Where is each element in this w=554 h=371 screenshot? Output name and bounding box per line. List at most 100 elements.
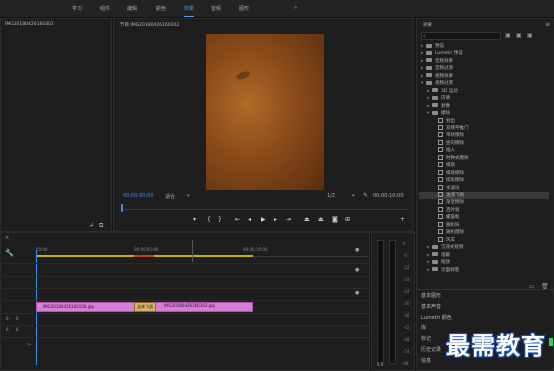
tree-folder-8[interactable]: ▸ 划像 — [419, 103, 549, 110]
panel-menu-icon[interactable]: ≡ — [545, 21, 550, 28]
tree-folder-30[interactable]: ▸ 页面剥落 — [419, 267, 549, 274]
tab-graphics[interactable]: 图形 — [239, 5, 249, 12]
fit-dropdown[interactable]: 适合 — [165, 193, 175, 200]
playhead-timecode[interactable]: 00:00:00:00 — [123, 193, 154, 199]
tree-folder-3[interactable]: ▸ 音频过渡 — [419, 65, 549, 72]
tree-folder-6[interactable]: ▸ 3D 运动 — [419, 88, 549, 95]
tree-effect-12[interactable]: 带状擦除 — [419, 132, 549, 139]
clip-img-b[interactable]: IMG20180426160302.jpg — [158, 302, 253, 312]
folder-icon — [432, 88, 438, 93]
tree-effect-10[interactable]: 划出 — [419, 117, 549, 125]
resolution-dropdown[interactable]: 1/2 — [327, 193, 335, 199]
solo-buttons[interactable]: S S — [377, 362, 397, 367]
transition-effect-icon — [438, 147, 443, 153]
bottom-panel-1[interactable]: 基本声音 — [421, 303, 441, 310]
tree-folder-4[interactable]: ▸ 视频效果 — [419, 73, 549, 80]
tree-effect-17[interactable]: 棋盘擦除 — [419, 169, 549, 177]
button-editor-icon[interactable]: ⊞ — [345, 216, 350, 223]
tree-effect-25[interactable]: 随机擦除 — [419, 229, 549, 236]
export-frame-icon[interactable]: ◙ — [332, 216, 338, 223]
tree-effect-20[interactable]: 油漆飞溅 — [419, 192, 549, 199]
tree-effect-26[interactable]: 风车 — [419, 236, 549, 244]
marker-icon[interactable]: ▾ — [193, 216, 196, 223]
tree-label: 音频过渡 — [435, 66, 453, 72]
lift-icon[interactable]: ⏏ — [304, 216, 310, 223]
folder-icon — [432, 103, 438, 108]
ruler-tick-5: 00:00:05:00 — [134, 247, 159, 252]
transition-effect-icon — [438, 192, 443, 197]
tree-label: 百叶窗 — [446, 207, 460, 213]
timeline-zoom-handle-icon[interactable]: ● — [355, 247, 359, 253]
track-sync-icon[interactable]: ⊢ — [28, 342, 32, 348]
tree-effect-13[interactable]: 径向擦除 — [419, 139, 549, 147]
step-back-icon[interactable]: ◂ — [248, 216, 251, 223]
transition-effect-icon — [438, 139, 443, 145]
close-icon[interactable]: × — [5, 235, 9, 241]
chevron-down-icon[interactable]: ▾ — [187, 193, 190, 199]
tab-color[interactable]: 颜色 — [156, 5, 166, 12]
tree-folder-2[interactable]: ▸ 音频效果 — [419, 58, 549, 65]
tree-folder-9[interactable]: ▾ 擦除 — [419, 110, 549, 117]
timeline-scroll-handle-icon[interactable]: ● — [355, 267, 359, 273]
tree-effect-18[interactable]: 楔形擦除 — [419, 177, 549, 184]
tab-learn[interactable]: 学习 — [72, 5, 82, 12]
bottom-panel-6[interactable]: 信息 — [421, 357, 431, 364]
insert-icon[interactable]: ↲ — [89, 222, 94, 229]
meter-scale-label: -42 — [403, 325, 410, 330]
tree-folder-29[interactable]: ▸ 缩放 — [419, 259, 549, 266]
tree-folder-0[interactable]: ▸ 预设 — [419, 43, 549, 50]
tab-editing[interactable]: 编辑 — [127, 5, 137, 12]
in-point-icon[interactable]: { — [207, 216, 211, 223]
ruler-tick-10: 00:00:10:00 — [243, 247, 268, 252]
32bit-effects-icon[interactable]: ▣ — [516, 32, 522, 39]
tree-folder-27[interactable]: ▸ 沉浸式视频 — [419, 244, 549, 251]
bottom-panel-4[interactable]: 标记 — [421, 335, 431, 342]
tab-effects[interactable]: 效果 — [184, 5, 195, 17]
tree-effect-24[interactable]: 随机块 — [419, 221, 549, 229]
program-scrub-bar[interactable] — [121, 209, 407, 210]
tree-folder-7[interactable]: ▸ 内滑 — [419, 95, 549, 102]
tree-effect-19[interactable]: 水波块 — [419, 184, 549, 192]
tree-label: 时钟式擦除 — [446, 155, 469, 161]
bottom-panel-2[interactable]: Lumetri 颜色 — [421, 314, 452, 321]
tree-folder-28[interactable]: ▸ 溶解 — [419, 252, 549, 259]
tab-audio[interactable]: 音频 — [211, 5, 221, 12]
folder-icon — [426, 73, 432, 78]
go-to-in-icon[interactable]: ⇤ — [235, 216, 240, 223]
tree-label: Lumetri 预设 — [435, 51, 463, 57]
bottom-panel-0[interactable]: 基本图形 — [421, 292, 441, 299]
play-icon[interactable]: ▶ — [261, 216, 266, 223]
yuv-effects-icon[interactable]: ▣ — [527, 32, 533, 39]
out-point-icon[interactable]: } — [218, 216, 222, 223]
tree-folder-5[interactable]: ▾ 视频过渡 — [419, 80, 549, 87]
tree-label: 3D 运动 — [441, 88, 458, 94]
tab-assembly[interactable]: 组件 — [100, 5, 110, 12]
tree-effect-14[interactable]: 插入 — [419, 147, 549, 154]
effects-search-input[interactable]: ⌕ — [421, 32, 501, 40]
tree-effect-11[interactable]: 双侧平推门 — [419, 124, 549, 132]
overwrite-icon[interactable]: ⧉ — [99, 222, 103, 230]
meter-scale-label: 0 — [403, 241, 406, 246]
tree-effect-16[interactable]: 棋盘 — [419, 162, 549, 169]
extract-icon[interactable]: ⏏ — [318, 216, 324, 223]
tree-effect-22[interactable]: 百叶窗 — [419, 206, 549, 214]
program-playhead[interactable] — [121, 204, 123, 212]
tree-effect-15[interactable]: 时钟式擦除 — [419, 154, 549, 162]
tree-effect-21[interactable]: 渐变擦除 — [419, 199, 549, 206]
bottom-panel-3[interactable]: 库 — [421, 324, 426, 331]
tree-folder-1[interactable]: ▸ Lumetri 预设 — [419, 50, 549, 57]
settings-wrench-icon[interactable]: ✎ — [363, 192, 368, 199]
wrench-icon[interactable]: 🔧 — [5, 249, 14, 257]
folder-icon — [426, 43, 432, 48]
tree-label: 音频效果 — [435, 58, 453, 64]
tree-effect-23[interactable]: 螺旋框 — [419, 214, 549, 221]
add-icon[interactable]: + — [400, 216, 405, 223]
timeline-scroll-handle-icon-2[interactable]: ● — [355, 290, 359, 296]
bottom-panel-5[interactable]: 历史记录 — [421, 346, 441, 353]
transition-clip[interactable]: 油漆飞溅 — [134, 302, 156, 312]
chevron-down-icon-2[interactable]: ▾ — [352, 193, 355, 199]
accelerated-effects-icon[interactable]: ▣ — [505, 32, 511, 39]
go-to-out-icon[interactable]: ⇥ — [286, 216, 291, 223]
more-workspaces-icon[interactable]: » — [294, 5, 297, 11]
step-forward-icon[interactable]: ▸ — [274, 216, 277, 223]
